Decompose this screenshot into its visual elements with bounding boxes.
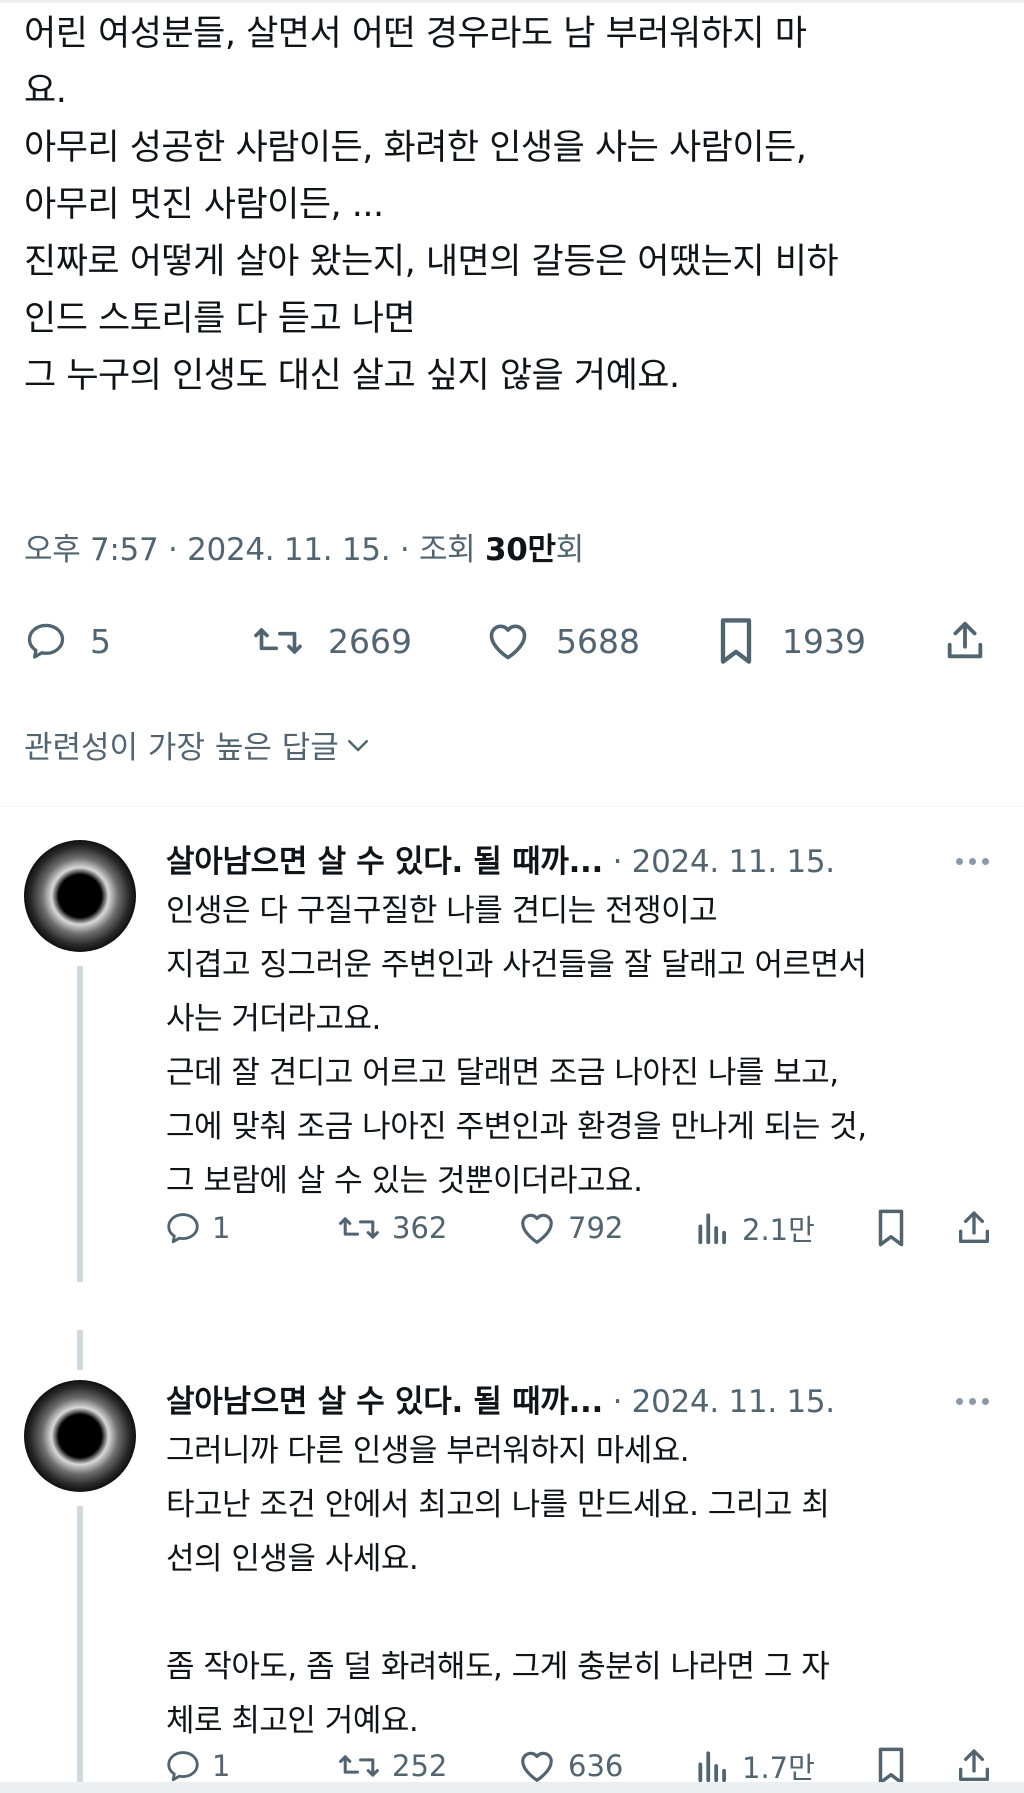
reply-header: 살아남으면 살 수 있다. 될 때까... · 2024. 11. 15.: [166, 1376, 835, 1421]
share-icon: [954, 1208, 994, 1248]
reply-text-line: 체로 최고인 거예요.: [166, 1703, 419, 1739]
bookmark-count: 1939: [782, 621, 866, 661]
like-button[interactable]: 636: [516, 1742, 623, 1782]
reply-text-line: 그러니까 다른 인생을 부러워하지 마세요.: [166, 1433, 690, 1469]
bookmark-icon: [712, 615, 760, 667]
reply-count: 5: [90, 621, 111, 661]
share-icon: [942, 618, 988, 664]
bookmark-button[interactable]: [872, 1200, 910, 1256]
tweet-meta: 오후 7:57 · 2024. 11. 15. · 조회 30만회: [24, 524, 584, 569]
tweet-text-line: 요.: [24, 71, 67, 111]
retweet-icon: [250, 619, 306, 663]
reply-text-line: 인생은 다 구질구질한 나를 견디는 전쟁이고: [166, 893, 718, 929]
bookmark-button[interactable]: [872, 1742, 910, 1782]
retweet-count: 2669: [328, 621, 412, 661]
reply-author-name[interactable]: 살아남으면 살 수 있다. 될 때까...: [166, 844, 603, 880]
heart-icon: [516, 1209, 558, 1247]
thread-line: [77, 1506, 83, 1782]
reply-text-line: 좀 작아도, 좀 덜 화려해도, 그게 충분히 나라면 그 자: [166, 1649, 830, 1685]
views-button[interactable]: 2.1만: [694, 1200, 815, 1256]
tweet-text-line: 어린 여성분들, 살면서 어떤 경우라도 남 부러워하지 마: [24, 14, 807, 54]
retweet-button[interactable]: 2669: [250, 606, 412, 676]
reply-text-line: 그에 맞춰 조금 나아진 주변인과 환경을 만나게 되는 것,: [166, 1109, 867, 1145]
tweet-text-line: 진짜로 어떻게 살아 왔는지, 내면의 갈등은 어땠는지 비하: [24, 242, 839, 282]
reply-icon: [164, 1209, 202, 1247]
replies-sort-label: 관련성이 가장 높은 답글: [24, 730, 339, 766]
top-divider: [0, 0, 1024, 3]
heart-icon: [516, 1747, 558, 1782]
share-icon: [954, 1746, 994, 1782]
reply-date[interactable]: · 2024. 11. 15.: [613, 844, 836, 880]
views-suffix: 회: [555, 532, 585, 568]
meta-separator: ·: [167, 532, 178, 568]
reply-date[interactable]: · 2024. 11. 15.: [613, 1384, 836, 1420]
section-divider: [0, 806, 1024, 807]
reply-author-name[interactable]: 살아남으면 살 수 있다. 될 때까...: [166, 1384, 603, 1420]
retweet-button[interactable]: 252: [336, 1742, 447, 1782]
bottom-divider: [0, 1782, 1024, 1793]
views-count: 2.1만: [742, 1213, 815, 1247]
reply-button[interactable]: 1: [164, 1200, 230, 1256]
reply-count: 1: [212, 1211, 231, 1245]
reply-icon: [24, 619, 68, 663]
share-button[interactable]: [954, 1742, 994, 1782]
like-button[interactable]: 792: [516, 1200, 623, 1256]
thread-line: [77, 1330, 83, 1370]
analytics-icon: [694, 1747, 732, 1782]
reply-text: 인생은 다 구질구질한 나를 견디는 전쟁이고 지겹고 징그러운 주변인과 사건…: [166, 884, 1016, 1208]
reply-count: 1: [212, 1749, 231, 1782]
tweet-text-line: 그 누구의 인생도 대신 살고 싶지 않을 거예요.: [24, 356, 680, 396]
views-label: 조회: [418, 532, 476, 568]
like-button[interactable]: 5688: [482, 606, 640, 676]
reply-text-line: 사는 거더라고요.: [166, 1001, 381, 1037]
tweet-text-line: 아무리 성공한 사람이든, 화려한 인생을 사는 사람이든,: [24, 128, 807, 168]
reply-actions: 1 252 636 1.7만: [0, 1742, 1024, 1782]
tweet-date[interactable]: 2024. 11. 15.: [187, 532, 390, 568]
tweet-text-line: 인드 스토리를 다 듣고 나면: [24, 299, 416, 339]
retweet-button[interactable]: 362: [336, 1200, 447, 1256]
like-count: 636: [568, 1749, 624, 1782]
retweet-count: 362: [392, 1211, 448, 1245]
more-icon[interactable]: [956, 858, 989, 865]
reply-text: 그러니까 다른 인생을 부러워하지 마세요. 타고난 조건 안에서 최고의 나를…: [166, 1424, 1016, 1748]
bookmark-icon: [872, 1207, 910, 1249]
reply-text-line: 근데 잘 견디고 어르고 달래면 조금 나아진 나를 보고,: [166, 1055, 839, 1091]
views-button[interactable]: 1.7만: [694, 1742, 815, 1782]
tweet-text-line: 아무리 멋진 사람이든, ...: [24, 185, 384, 225]
like-count: 5688: [556, 621, 640, 661]
reply-text-line: 지겹고 징그러운 주변인과 사건들을 잘 달래고 어르면서: [166, 947, 867, 983]
replies-sort-dropdown[interactable]: 관련성이 가장 높은 답글: [24, 722, 373, 767]
tweet-actions: 5 2669 5688 1939: [0, 606, 1024, 676]
share-button[interactable]: [954, 1200, 994, 1256]
retweet-icon: [336, 1747, 382, 1782]
heart-icon: [482, 619, 534, 663]
reply-button[interactable]: 1: [164, 1742, 230, 1782]
views-count: 30만: [484, 532, 556, 568]
reply-actions: 1 362 792 2.1만: [0, 1200, 1024, 1256]
like-count: 792: [568, 1211, 624, 1245]
avatar[interactable]: [24, 1380, 136, 1492]
more-icon[interactable]: [956, 1398, 989, 1405]
bookmark-icon: [872, 1745, 910, 1782]
views-count: 1.7만: [742, 1751, 815, 1782]
tweet-text: 어린 여성분들, 살면서 어떤 경우라도 남 부러워하지 마 요. 아무리 성공…: [24, 6, 1004, 405]
avatar[interactable]: [24, 840, 136, 952]
meta-separator: ·: [399, 532, 410, 568]
reply-text-line: 타고난 조건 안에서 최고의 나를 만드세요. 그리고 최: [166, 1487, 830, 1523]
share-button[interactable]: [942, 606, 988, 676]
retweet-icon: [336, 1209, 382, 1247]
analytics-icon: [694, 1209, 732, 1247]
bookmark-button[interactable]: 1939: [712, 606, 866, 676]
reply-icon: [164, 1747, 202, 1782]
retweet-count: 252: [392, 1749, 448, 1782]
tweet-time[interactable]: 오후 7:57: [24, 532, 159, 568]
reply-button[interactable]: 5: [24, 606, 111, 676]
reply-text-line: 선의 인생을 사세요.: [166, 1541, 419, 1577]
chevron-down-icon: [343, 730, 373, 760]
reply-text-line: [166, 1586, 1016, 1640]
reply-header: 살아남으면 살 수 있다. 될 때까... · 2024. 11. 15.: [166, 836, 835, 881]
